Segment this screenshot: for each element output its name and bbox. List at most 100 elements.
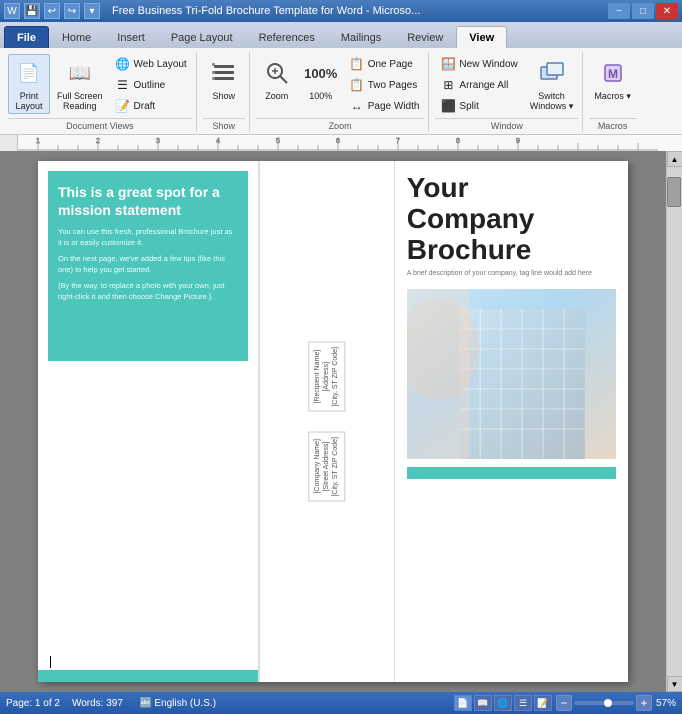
- mission-statement-box: This is a great spot for a mission state…: [48, 171, 248, 361]
- maximize-button[interactable]: □: [632, 3, 654, 19]
- word-icon[interactable]: W: [4, 3, 20, 19]
- svg-text:7: 7: [396, 138, 400, 145]
- zoom-slider-thumb: [604, 699, 612, 707]
- word-page: This is a great spot for a mission state…: [38, 161, 628, 682]
- page-width-icon: ↔: [349, 98, 365, 114]
- tab-page-layout[interactable]: Page Layout: [158, 26, 246, 48]
- status-bar: Page: 1 of 2 Words: 397 🔤 English (U.S.)…: [0, 692, 682, 714]
- web-layout-icon: 🌐: [115, 56, 131, 72]
- svg-text:2: 2: [96, 138, 100, 145]
- new-window-button[interactable]: 🪟 New Window: [435, 54, 522, 74]
- zoom-100-button[interactable]: 100% 100%: [300, 54, 342, 104]
- minimize-button[interactable]: −: [608, 3, 630, 19]
- window-controls: − □ ✕: [608, 3, 678, 19]
- scroll-thumb[interactable]: [667, 177, 681, 207]
- window-group: 🪟 New Window ⊞ Arrange All ⬛ Split: [431, 52, 583, 132]
- page-width-button[interactable]: ↔ Page Width: [344, 96, 425, 116]
- svg-text:8: 8: [456, 138, 460, 145]
- status-right: 📄 📖 🌐 ☰ 📝 − + 57%: [454, 695, 676, 711]
- undo-icon[interactable]: ↩: [44, 3, 60, 19]
- ruler: 1 2 3 4 5 6 7 8: [0, 135, 682, 151]
- arrange-all-button[interactable]: ⊞ Arrange All: [435, 75, 522, 95]
- tab-references[interactable]: References: [246, 26, 328, 48]
- macros-button[interactable]: M Macros ▾: [589, 54, 636, 105]
- web-layout-view-button[interactable]: 🌐: [494, 695, 512, 711]
- split-button[interactable]: ⬛ Split: [435, 96, 522, 116]
- mission-para-1: You can use this fresh, professional Bro…: [58, 227, 238, 248]
- title-bar-left: W 💾 ↩ ↪ ▾ Free Business Tri-Fold Brochur…: [4, 3, 420, 19]
- mission-para-2: On the next page, we've added a few tips…: [58, 254, 238, 275]
- window-col: 🪟 New Window ⊞ Arrange All ⬛ Split: [435, 54, 522, 116]
- company-title: YourCompanyBrochure: [407, 173, 616, 265]
- macros-icon: M: [597, 57, 629, 89]
- zoom-out-button[interactable]: −: [556, 695, 572, 711]
- close-button[interactable]: ✕: [656, 3, 678, 19]
- tab-review[interactable]: Review: [394, 26, 456, 48]
- brochure-panel-right: YourCompanyBrochure A brief description …: [395, 161, 628, 682]
- company-subtitle: A brief description of your company, tag…: [407, 269, 616, 279]
- title-text: Free Business Tri-Fold Brochure Template…: [112, 5, 420, 17]
- print-layout-view-button[interactable]: 📄: [454, 695, 472, 711]
- recipient-address: [Recipient Name][Address][City, ST ZIP C…: [308, 342, 345, 412]
- left-panel-bottom-bar: [38, 670, 258, 682]
- scroll-track[interactable]: [667, 167, 682, 676]
- svg-text:3: 3: [156, 138, 160, 145]
- tab-file[interactable]: File: [4, 26, 49, 48]
- outline-icon: ☰: [115, 77, 131, 93]
- vertical-texts: [Recipient Name][Address][City, ST ZIP C…: [308, 332, 345, 511]
- new-window-icon: 🪟: [440, 56, 456, 72]
- zoom-icon: [261, 57, 293, 89]
- macros-items: M Macros ▾: [589, 52, 636, 116]
- print-layout-button[interactable]: 📄 PrintLayout: [8, 54, 50, 114]
- brochure-panel-middle: [Recipient Name][Address][City, ST ZIP C…: [259, 161, 395, 682]
- document-views-group: 📄 PrintLayout 📖 Full ScreenReading 🌐 Web…: [4, 52, 197, 132]
- title-bar: W 💾 ↩ ↪ ▾ Free Business Tri-Fold Brochur…: [0, 0, 682, 22]
- tab-home[interactable]: Home: [49, 26, 104, 48]
- draft-view-button[interactable]: 📝: [534, 695, 552, 711]
- scroll-up-button[interactable]: ▲: [667, 151, 682, 167]
- redo-icon[interactable]: ↪: [64, 3, 80, 19]
- view-options-col: 🌐 Web Layout ☰ Outline 📝 Draft: [110, 54, 192, 116]
- customize-icon[interactable]: ▾: [84, 3, 100, 19]
- full-screen-icon: 📖: [64, 57, 96, 89]
- zoom-in-button[interactable]: +: [636, 695, 652, 711]
- svg-text:5: 5: [276, 138, 280, 145]
- vertical-scrollbar[interactable]: ▲ ▼: [666, 151, 682, 692]
- arrange-all-icon: ⊞: [440, 77, 456, 93]
- two-pages-button[interactable]: 📋 Two Pages: [344, 75, 425, 95]
- full-reading-view-button[interactable]: 📖: [474, 695, 492, 711]
- mission-para-3: {By the way, to replace a photo with you…: [58, 281, 238, 302]
- tab-view[interactable]: View: [456, 26, 507, 48]
- outline-view-button[interactable]: ☰: [514, 695, 532, 711]
- ruler-horizontal: 1 2 3 4 5 6 7 8: [18, 135, 682, 151]
- switch-windows-button[interactable]: SwitchWindows ▾: [525, 54, 579, 115]
- full-screen-reading-button[interactable]: 📖 Full ScreenReading: [52, 54, 108, 114]
- page-content: This is a great spot for a mission state…: [0, 151, 666, 692]
- zoom-percent: 57%: [656, 698, 676, 709]
- save-icon[interactable]: 💾: [24, 3, 40, 19]
- zoom-button[interactable]: Zoom: [256, 54, 298, 104]
- svg-text:4: 4: [216, 138, 220, 145]
- tab-mailings[interactable]: Mailings: [328, 26, 394, 48]
- one-page-button[interactable]: 📋 One Page: [344, 54, 425, 74]
- draft-button[interactable]: 📝 Draft: [110, 96, 192, 116]
- ribbon-content: 📄 PrintLayout 📖 Full ScreenReading 🌐 Web…: [0, 48, 682, 135]
- tab-insert[interactable]: Insert: [104, 26, 158, 48]
- show-icon: [208, 57, 240, 89]
- split-icon: ⬛: [440, 98, 456, 114]
- document-views-items: 📄 PrintLayout 📖 Full ScreenReading 🌐 Web…: [8, 52, 192, 116]
- zoom-100-icon: 100%: [305, 57, 337, 89]
- svg-text:9: 9: [516, 138, 520, 145]
- window-label: Window: [435, 118, 578, 132]
- company-address: [Company Name][Street Address][City, ST …: [308, 432, 345, 502]
- scroll-down-button[interactable]: ▼: [667, 676, 682, 692]
- web-layout-button[interactable]: 🌐 Web Layout: [110, 54, 192, 74]
- zoom-group: Zoom 100% 100% 📋 One Page 📋 Two Pages ↔ …: [252, 52, 430, 132]
- brochure-panel-left: This is a great spot for a mission state…: [38, 161, 259, 682]
- status-left: Page: 1 of 2 Words: 397 🔤 English (U.S.): [6, 696, 221, 711]
- print-layout-icon: 📄: [13, 57, 45, 89]
- outline-button[interactable]: ☰ Outline: [110, 75, 192, 95]
- language-button[interactable]: 🔤 English (U.S.): [135, 696, 221, 711]
- zoom-slider[interactable]: [574, 701, 634, 705]
- show-button[interactable]: Show: [203, 54, 245, 104]
